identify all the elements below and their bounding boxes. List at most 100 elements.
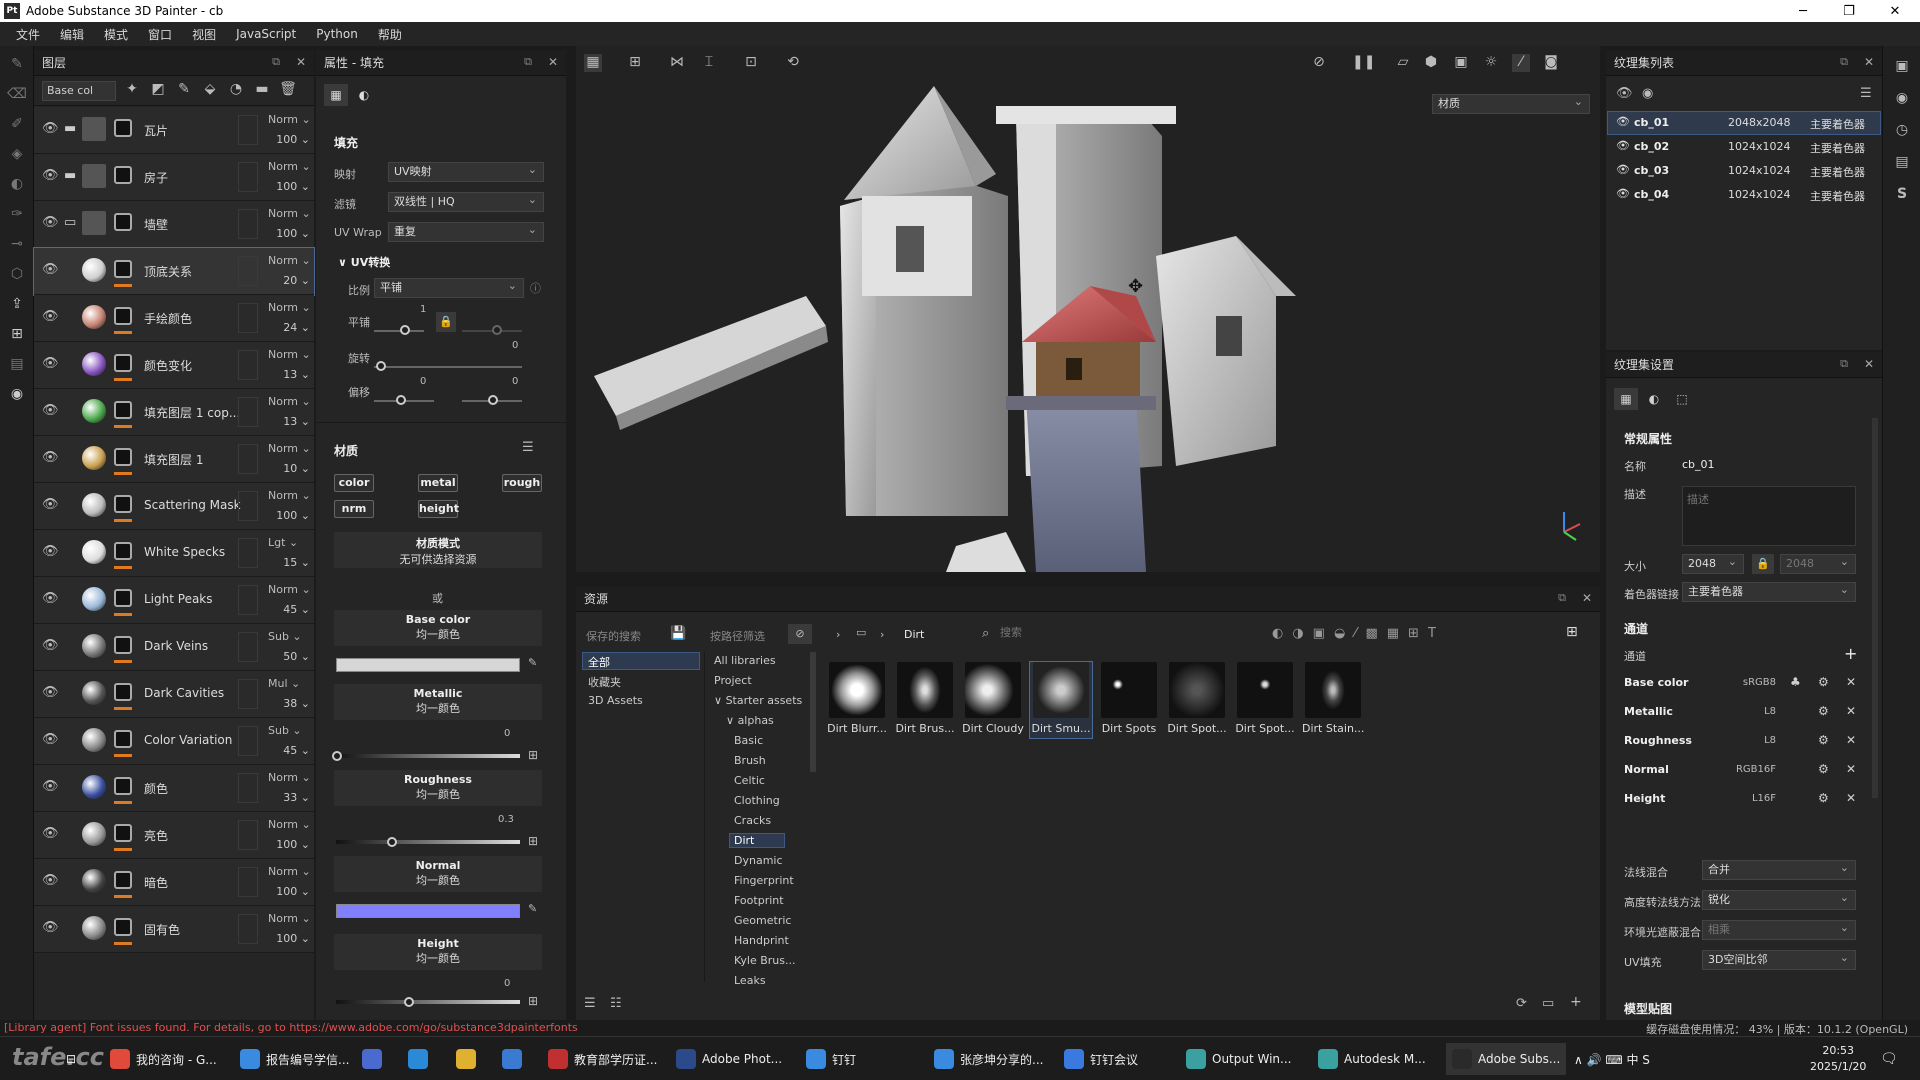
color-channel-toggle[interactable]: color bbox=[334, 474, 374, 492]
blend-mode-dropdown[interactable]: Mul ⌄ bbox=[268, 677, 300, 690]
visibility-eye-icon[interactable]: 👁 bbox=[42, 168, 59, 184]
left-list-favorites[interactable]: 收藏夹 bbox=[588, 674, 621, 690]
new-window-icon[interactable]: ▭ bbox=[1542, 996, 1554, 1011]
layer-row[interactable]: 👁 顶底关系 Norm ⌄ 20 ⌄ bbox=[33, 247, 315, 296]
taskbar-app[interactable]: 报告编号学信... bbox=[240, 1043, 349, 1075]
close-panel-icon[interactable]: ✕ bbox=[1582, 591, 1592, 605]
hide-ui-icon[interactable]: ⊘ bbox=[1310, 54, 1328, 72]
folder-icon[interactable]: ▬ bbox=[64, 168, 80, 183]
taskbar-app[interactable]: Autodesk M... bbox=[1318, 1043, 1426, 1075]
eyedropper-icon[interactable]: ✎ bbox=[528, 656, 537, 669]
layer-name[interactable]: 手绘颜色 bbox=[144, 310, 192, 327]
layer-row[interactable]: 👁 Color Variation Sub ⌄ 45 ⌄ bbox=[34, 718, 314, 765]
blend-mode-dropdown[interactable]: Norm ⌄ bbox=[268, 489, 311, 502]
texture-set-row[interactable]: 👁 cb_01 2048x2048 主要着色器 bbox=[1607, 111, 1881, 135]
taskbar-app[interactable]: 钉钉会议 bbox=[1064, 1043, 1138, 1075]
layer-mask-slot[interactable] bbox=[238, 303, 258, 333]
channel-settings-icon[interactable]: ⚙ bbox=[1818, 704, 1829, 718]
roughness-slot[interactable]: Roughness 均一颜色 bbox=[334, 770, 542, 806]
uv-padding-dropdown[interactable]: 3D空间比邻 bbox=[1702, 949, 1856, 970]
refresh-icon[interactable]: ⟳ bbox=[1516, 996, 1527, 1011]
layer-mask-icon[interactable] bbox=[114, 495, 132, 513]
bake-icon[interactable]: ⊞ bbox=[7, 326, 27, 346]
layer-mask-slot[interactable] bbox=[238, 444, 258, 474]
history-icon[interactable]: ⟲ bbox=[784, 54, 802, 72]
settings-scrollbar[interactable] bbox=[1872, 418, 1878, 798]
layer-mask-slot[interactable] bbox=[238, 679, 258, 709]
tree-item[interactable]: Celtic bbox=[734, 774, 765, 787]
lock-icon[interactable]: 🔒 bbox=[436, 312, 456, 332]
paint-brush-icon[interactable]: ✎ bbox=[7, 56, 27, 76]
channel-format[interactable]: L16F bbox=[1752, 793, 1776, 804]
remove-channel-icon[interactable]: ✕ bbox=[1846, 675, 1856, 689]
left-list-all[interactable]: 全部 bbox=[588, 654, 610, 670]
layer-name[interactable]: 瓦片 bbox=[144, 122, 168, 139]
menu-window[interactable]: 窗口 bbox=[148, 26, 172, 43]
breadcrumb-dirt[interactable]: Dirt bbox=[904, 628, 924, 641]
description-field[interactable] bbox=[1682, 486, 1856, 546]
taskbar-app[interactable]: Adobe Phot... bbox=[676, 1043, 782, 1075]
layer-row[interactable]: 👁 ▬ 瓦片 Norm ⌄ 100 ⌄ bbox=[34, 107, 314, 154]
opacity-value[interactable]: 38 ⌄ bbox=[274, 697, 310, 710]
minimize-button[interactable]: ─ bbox=[1780, 0, 1826, 22]
metallic-slider-handle[interactable] bbox=[332, 751, 342, 761]
channel-settings-icon[interactable]: ⚙ bbox=[1818, 762, 1829, 776]
visibility-eye-icon[interactable]: 👁 bbox=[42, 544, 59, 560]
layer-name[interactable]: 填充图层 1 bbox=[144, 451, 203, 468]
layer-name[interactable]: Color Variation bbox=[144, 733, 232, 747]
channel-format[interactable]: L8 bbox=[1764, 706, 1776, 717]
scale-mode-dropdown[interactable]: 平铺 bbox=[374, 277, 524, 298]
visibility-eye-icon[interactable]: 👁 bbox=[1616, 187, 1630, 200]
material-menu-icon[interactable]: ☰ bbox=[522, 440, 534, 455]
height-to-normal-dropdown[interactable]: 锐化 bbox=[1702, 889, 1856, 910]
blend-mode-dropdown[interactable]: Norm ⌄ bbox=[268, 348, 311, 361]
tree-item[interactable]: Fingerprint bbox=[734, 874, 794, 887]
layer-name[interactable]: 颜色 bbox=[144, 780, 168, 797]
symmetry-icon[interactable]: ⋈ bbox=[668, 54, 686, 72]
blend-mode-dropdown[interactable]: Sub ⌄ bbox=[268, 724, 302, 737]
layer-row[interactable]: 👁 暗色 Norm ⌄ 100 ⌄ bbox=[34, 859, 314, 906]
offset-u-slider-handle[interactable] bbox=[396, 395, 406, 405]
menu-help[interactable]: 帮助 bbox=[378, 26, 402, 43]
texture-set-shortcut-icon[interactable]: ◉ bbox=[1892, 90, 1912, 110]
visibility-toggle-icon[interactable]: 👁 bbox=[1616, 86, 1633, 101]
taskbar-app[interactable] bbox=[408, 1043, 434, 1075]
tree-item[interactable]: Clothing bbox=[734, 794, 780, 807]
taskbar-app[interactable] bbox=[502, 1043, 528, 1075]
layer-mask-slot[interactable] bbox=[238, 726, 258, 756]
layers-shortcut-icon[interactable]: ▣ bbox=[1892, 58, 1912, 78]
filter-dropdown[interactable]: 双线性 | HQ bbox=[388, 191, 544, 212]
layer-mask-icon[interactable] bbox=[114, 166, 132, 184]
layer-mask-slot[interactable] bbox=[238, 115, 258, 145]
opacity-value[interactable]: 45 ⌄ bbox=[274, 603, 310, 616]
blend-mode-dropdown[interactable]: Norm ⌄ bbox=[268, 254, 311, 267]
display-mode-icon[interactable]: ▱ bbox=[1394, 54, 1412, 72]
tree-item[interactable]: Leaks bbox=[734, 974, 766, 987]
pause-icon[interactable]: ❚❚ bbox=[1352, 54, 1375, 72]
opacity-value[interactable]: 50 ⌄ bbox=[274, 650, 310, 663]
layer-row[interactable]: 👁 Light Peaks Norm ⌄ 45 ⌄ bbox=[34, 577, 314, 624]
layer-row[interactable]: 👁 固有色 Norm ⌄ 100 ⌄ bbox=[34, 906, 314, 953]
tree-item[interactable]: ∨ alphas bbox=[726, 714, 774, 727]
size-lock-icon[interactable]: 🔒 bbox=[1752, 554, 1774, 574]
shader-link-dropdown[interactable]: 主要着色器 bbox=[1682, 581, 1856, 602]
taskbar-app[interactable] bbox=[456, 1043, 482, 1075]
roughness-slider-handle[interactable] bbox=[387, 837, 398, 847]
opacity-value[interactable]: 100 ⌄ bbox=[274, 133, 310, 146]
metallic-slot[interactable]: Metallic 均一颜色 bbox=[334, 684, 542, 720]
blend-mode-dropdown[interactable]: Norm ⌄ bbox=[268, 160, 311, 173]
tile-v-slider-handle[interactable] bbox=[492, 325, 502, 335]
opacity-value[interactable]: 10 ⌄ bbox=[274, 462, 310, 475]
visibility-eye-icon[interactable]: 👁 bbox=[42, 591, 59, 607]
tile-view-icon[interactable]: ⊞ bbox=[626, 54, 644, 72]
blend-mode-dropdown[interactable]: Norm ⌄ bbox=[268, 865, 311, 878]
layer-mask-icon[interactable] bbox=[114, 730, 132, 748]
asset-search-input[interactable] bbox=[1000, 622, 1200, 642]
eraser-icon[interactable]: ⌫ bbox=[7, 86, 27, 106]
geometry-icon[interactable]: ⬡ bbox=[7, 266, 27, 286]
layer-mask-icon[interactable] bbox=[114, 260, 132, 278]
asset-thumbnail-item[interactable]: Dirt Brus... bbox=[894, 662, 956, 738]
remove-channel-icon[interactable]: ✕ bbox=[1846, 733, 1856, 747]
tree-item[interactable]: Kyle Brus... bbox=[734, 954, 796, 967]
texture-set-row[interactable]: 👁 cb_02 1024x1024 主要着色器 bbox=[1608, 136, 1880, 158]
